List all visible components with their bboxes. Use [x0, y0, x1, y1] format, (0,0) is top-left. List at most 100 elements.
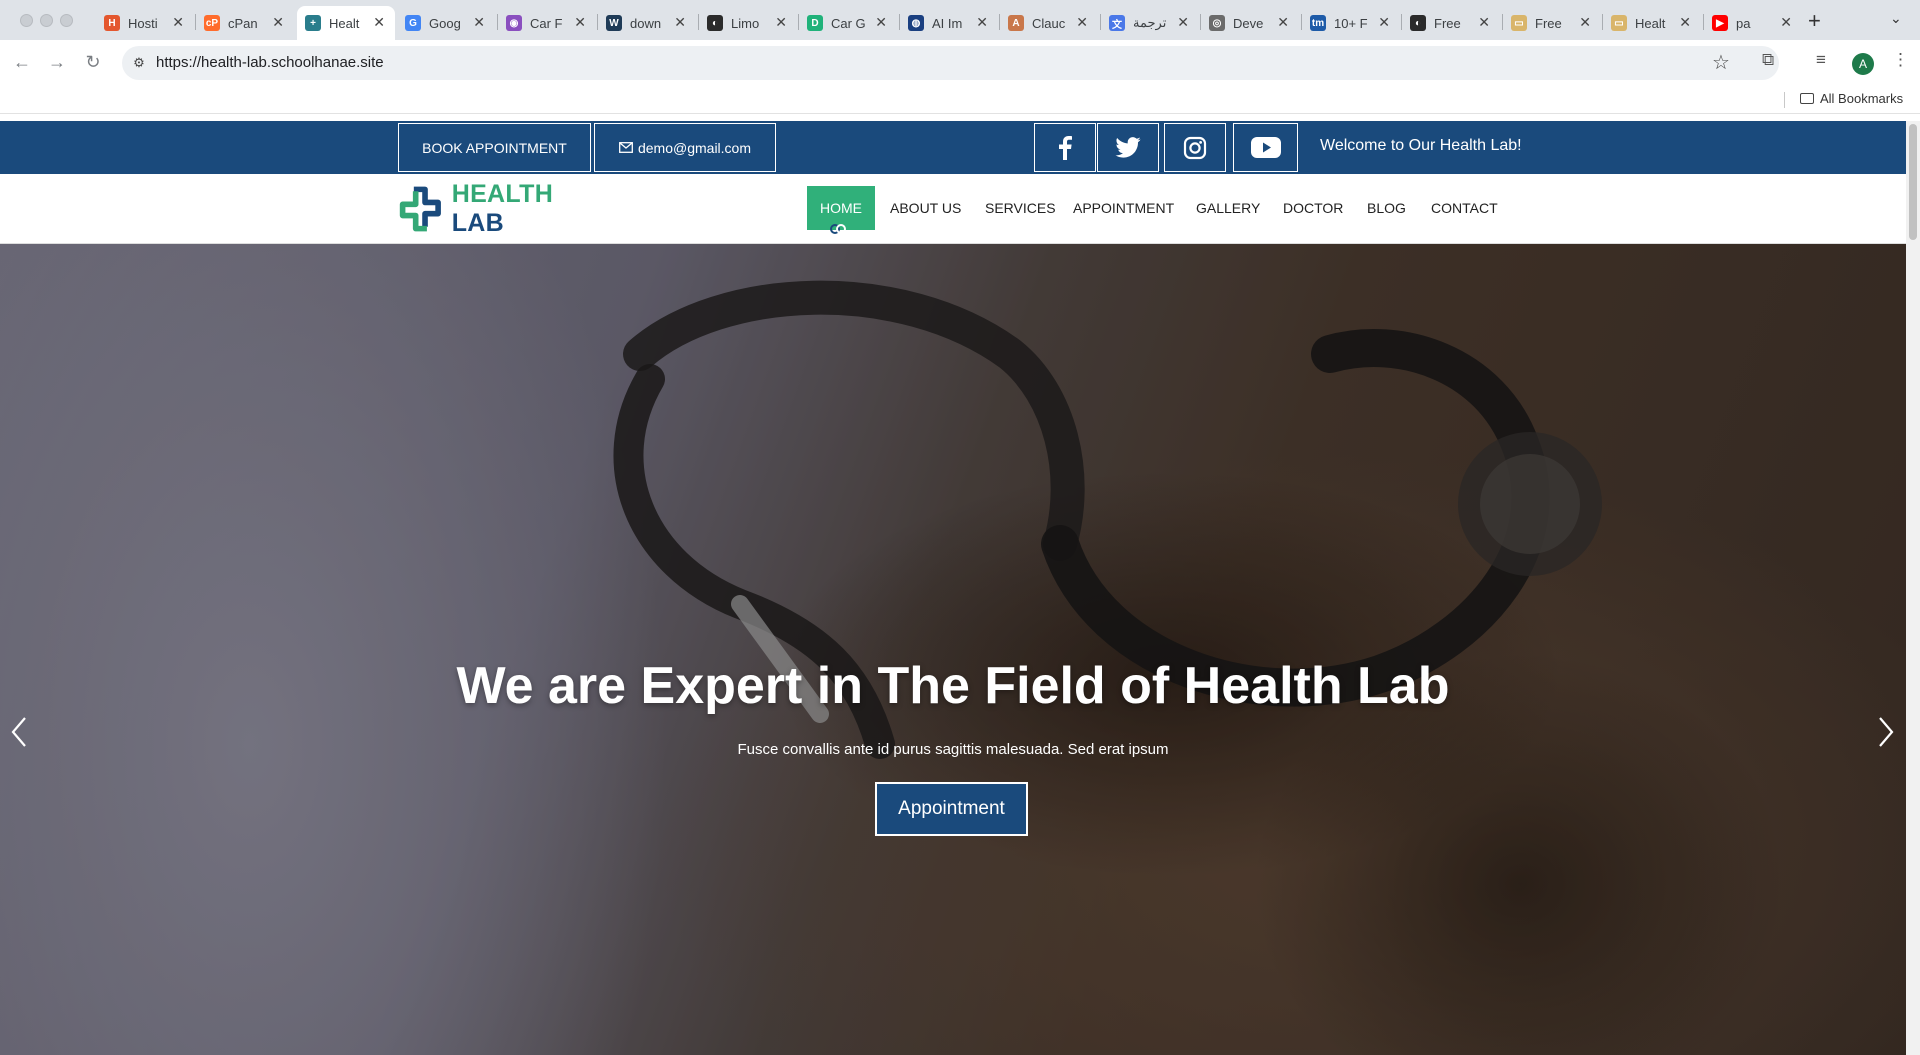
tab-close-icon[interactable]: ✕	[976, 14, 988, 31]
forward-arrow-icon[interactable]: →	[43, 48, 71, 76]
tab-close-icon[interactable]: ✕	[1378, 14, 1390, 31]
tab-close-icon[interactable]: ✕	[875, 14, 887, 31]
browser-tabstrip: H Hosti ✕ cP cPan ✕ + Healt ✕ G Goog ✕ ◉ Car F ✕ Wdown ✕…	[0, 0, 1920, 40]
nav-services[interactable]: SERVICES	[970, 186, 1071, 230]
site-settings-icon[interactable]: ⚙	[130, 54, 148, 72]
facebook-icon	[1059, 135, 1072, 160]
twitter-button[interactable]	[1097, 123, 1159, 172]
browser-tab[interactable]: ◐ Limo ✕	[699, 6, 797, 40]
tab-search-chevron-icon[interactable]: ⌄	[1890, 10, 1902, 27]
stethoscope-image	[613, 280, 1602, 759]
slider-prev-arrow-icon[interactable]	[4, 702, 34, 762]
tab-separator	[899, 14, 900, 30]
tab-close-icon[interactable]: ✕	[272, 14, 284, 31]
browser-tab-label: Healt	[329, 15, 360, 31]
translate-icon: 文	[1109, 15, 1125, 31]
scrollbar-thumb[interactable]	[1909, 124, 1917, 240]
new-tab-button[interactable]: +	[1808, 8, 1821, 34]
extensions-icon[interactable]: ⧉	[1762, 50, 1774, 70]
facebook-button[interactable]	[1034, 123, 1096, 172]
browser-tab[interactable]: tm 10+ F ✕	[1302, 6, 1400, 40]
browser-tab[interactable]: ▶ pa ✕	[1704, 6, 1802, 40]
youtube-button[interactable]	[1233, 123, 1298, 172]
window-minimize-dot[interactable]	[40, 14, 53, 27]
tab-close-icon[interactable]: ✕	[373, 14, 385, 31]
nav-about-us[interactable]: ABOUT US	[875, 186, 976, 230]
browser-tab-label: Healt	[1635, 15, 1666, 31]
window-zoom-dot[interactable]	[60, 14, 73, 27]
browser-tab-label: Car G	[831, 15, 866, 31]
browser-tab-label: Car F	[530, 15, 563, 31]
browser-tab[interactable]: ▭ Healt ✕	[1603, 6, 1701, 40]
instagram-button[interactable]	[1164, 123, 1226, 172]
browser-tab-label: 10+ F	[1334, 15, 1368, 31]
tab-close-icon[interactable]: ✕	[574, 14, 586, 31]
tab-close-icon[interactable]: ✕	[1679, 14, 1691, 31]
back-arrow-icon[interactable]: ←	[8, 48, 36, 76]
tab-separator	[195, 14, 196, 30]
google-icon: G	[405, 15, 421, 31]
nav-appointment[interactable]: APPOINTMENT	[1058, 186, 1189, 230]
tab-close-icon[interactable]: ✕	[1780, 14, 1792, 31]
welcome-message: Welcome to Our Health Lab!	[1320, 137, 1522, 154]
logo-text-health: HEALTH	[451, 180, 554, 208]
nav-blog[interactable]: BLOG	[1352, 186, 1421, 230]
twitter-icon	[1115, 137, 1141, 158]
browser-tab-label: Free	[1434, 15, 1461, 31]
tab-close-icon[interactable]: ✕	[172, 14, 184, 31]
nav-gallery[interactable]: GALLERY	[1181, 186, 1275, 230]
browser-tab[interactable]: ◉ Car F ✕	[498, 6, 596, 40]
hostinger-icon: H	[104, 15, 120, 31]
browser-tab[interactable]: H Hosti ✕	[96, 6, 194, 40]
browser-tab[interactable]: cP cPan ✕	[196, 6, 294, 40]
browser-tab[interactable]: ◎ Deve ✕	[1201, 6, 1299, 40]
tab-close-icon[interactable]: ✕	[674, 14, 686, 31]
tab-separator	[497, 14, 498, 30]
browser-tab[interactable]: + Healt ✕	[297, 6, 395, 40]
address-url[interactable]: https://health-lab.schoolhanae.site	[156, 54, 384, 71]
tab-close-icon[interactable]: ✕	[1076, 14, 1088, 31]
hero-slider: We are Expert in The Field of Health Lab…	[0, 244, 1906, 1055]
envelope-icon	[619, 142, 633, 153]
tab-close-icon[interactable]: ✕	[473, 14, 485, 31]
tab-close-icon[interactable]: ✕	[775, 14, 787, 31]
hero-title: We are Expert in The Field of Health Lab	[456, 657, 1450, 715]
browser-tab[interactable]: ▭ Free ✕	[1503, 6, 1601, 40]
link-cursor-icon	[830, 224, 846, 234]
book-appointment-button[interactable]: BOOK APPOINTMENT	[398, 123, 591, 172]
nav-doctor[interactable]: DOCTOR	[1268, 186, 1358, 230]
all-bookmarks-button[interactable]: All Bookmarks	[1800, 91, 1903, 106]
bookmarks-bar	[0, 84, 1920, 114]
tab-separator	[1100, 14, 1101, 30]
browser-tab[interactable]: D Car G ✕	[799, 6, 897, 40]
globe-icon: ◎	[1209, 15, 1225, 31]
browser-tab[interactable]: A Clauc ✕	[1000, 6, 1098, 40]
hero-appointment-button[interactable]: Appointment	[875, 782, 1028, 836]
window-close-dot[interactable]	[20, 14, 33, 27]
browser-tab[interactable]: 文 ترجمة ✕	[1101, 6, 1199, 40]
browser-menu-icon[interactable]: ⋮	[1892, 50, 1909, 70]
browser-tab[interactable]: Wdown ✕	[598, 6, 696, 40]
browser-tab-label: cPan	[228, 15, 258, 31]
media-controls-icon[interactable]: ≡	[1816, 50, 1826, 70]
tab-close-icon[interactable]: ✕	[1478, 14, 1490, 31]
browser-tab[interactable]: ◍ AI Im ✕	[900, 6, 998, 40]
browser-tab-label: Limo	[731, 15, 760, 31]
tab-separator	[999, 14, 1000, 30]
youtube-icon	[1250, 137, 1281, 158]
email-link[interactable]: demo@gmail.com	[594, 123, 776, 172]
tab-separator	[1703, 14, 1704, 30]
bookmark-star-icon[interactable]: ☆	[1712, 50, 1730, 75]
instagram-icon	[1183, 136, 1207, 159]
profile-avatar[interactable]: A	[1852, 53, 1874, 75]
tab-close-icon[interactable]: ✕	[1177, 14, 1189, 31]
browser-tab[interactable]: ◐ Free ✕	[1402, 6, 1500, 40]
tab-close-icon[interactable]: ✕	[1277, 14, 1289, 31]
tab-close-icon[interactable]: ✕	[1579, 14, 1591, 31]
nav-contact[interactable]: CONTACT	[1416, 186, 1513, 230]
slider-next-arrow-icon[interactable]	[1871, 702, 1901, 762]
site-logo[interactable]: HEALTH LAB	[397, 180, 602, 237]
page-scrollbar[interactable]	[1906, 121, 1920, 1055]
browser-tab[interactable]: G Goog ✕	[397, 6, 495, 40]
reload-icon[interactable]: ↻	[79, 48, 107, 76]
